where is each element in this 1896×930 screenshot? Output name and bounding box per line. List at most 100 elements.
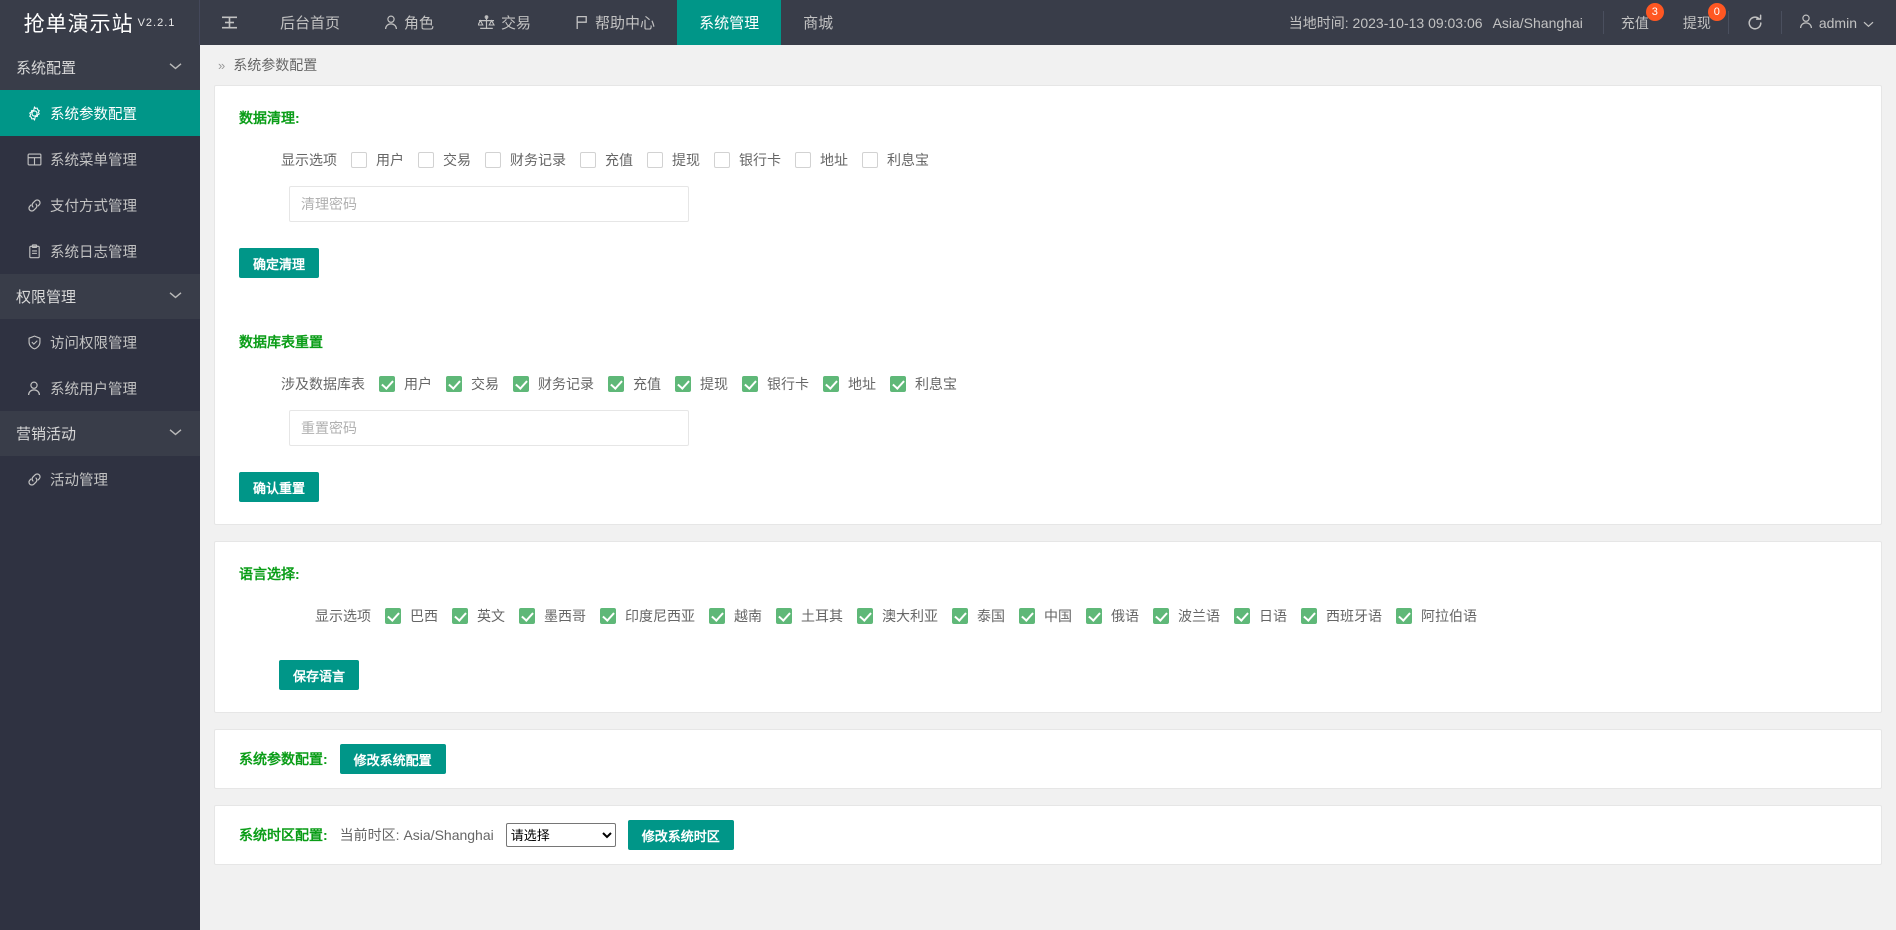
section-title-data-clean: 数据清理: — [239, 108, 1857, 128]
sidebar-item-label-log-manage: 系统日志管理 — [50, 241, 137, 262]
topnav-item-home[interactable]: 后台首页 — [258, 0, 362, 45]
top-navigation: 后台首页 角色 交易 帮助中心 系统管理 — [258, 0, 1272, 45]
sidebar-item-log-manage[interactable]: 系统日志管理 — [0, 228, 200, 274]
checkbox-data-clean-7[interactable]: 利息宝 — [862, 150, 929, 170]
checkbox-box — [379, 376, 395, 392]
content-area: 数据清理: 显示选项 用户 交易 财务记录 充值 提现 银行卡 地址 利息宝 确… — [200, 85, 1896, 901]
checkbox-language-12[interactable]: 西班牙语 — [1301, 606, 1382, 626]
checkbox-db-reset-0[interactable]: 用户 — [379, 374, 432, 394]
recharge-button[interactable]: 充值 3 — [1604, 0, 1666, 45]
logo[interactable]: 抢单演示站V2.2.1 — [0, 0, 200, 45]
checkbox-data-clean-5[interactable]: 银行卡 — [714, 150, 781, 170]
sidebar-item-access-permission[interactable]: 访问权限管理 — [0, 319, 200, 365]
checkbox-db-reset-1[interactable]: 交易 — [446, 374, 499, 394]
logo-version: V2.2.1 — [138, 17, 176, 29]
topnav-item-system[interactable]: 系统管理 — [677, 0, 781, 45]
checkbox-data-clean-6[interactable]: 地址 — [795, 150, 848, 170]
checkbox-language-13[interactable]: 阿拉伯语 — [1396, 606, 1477, 626]
withdraw-button[interactable]: 提现 0 — [1666, 0, 1728, 45]
checkbox-label: 巴西 — [410, 606, 438, 626]
checkbox-language-4[interactable]: 越南 — [709, 606, 762, 626]
db-reset-submit-button[interactable]: 确认重置 — [239, 472, 319, 502]
topnav-item-mall[interactable]: 商城 — [781, 0, 855, 45]
checkbox-label: 澳大利亚 — [882, 606, 938, 626]
topnav-item-help[interactable]: 帮助中心 — [553, 0, 677, 45]
sidebar-group-permission[interactable]: 权限管理 — [0, 274, 200, 319]
checkbox-box — [418, 152, 434, 168]
topnav-label-role: 角色 — [404, 12, 434, 33]
sidebar-item-user-manage[interactable]: 系统用户管理 — [0, 365, 200, 411]
checkbox-data-clean-4[interactable]: 提现 — [647, 150, 700, 170]
checkbox-data-clean-0[interactable]: 用户 — [351, 150, 404, 170]
timezone-select[interactable]: 请选择 — [506, 823, 616, 847]
system-param-row: 系统参数配置: 修改系统配置 — [239, 744, 1857, 774]
breadcrumb: » 系统参数配置 — [200, 45, 1896, 85]
checkbox-data-clean-1[interactable]: 交易 — [418, 150, 471, 170]
checkbox-language-2[interactable]: 墨西哥 — [519, 606, 586, 626]
checkbox-label: 用户 — [376, 150, 404, 170]
checkbox-language-8[interactable]: 中国 — [1019, 606, 1072, 626]
checkbox-label: 利息宝 — [915, 374, 957, 394]
checkbox-db-reset-5[interactable]: 银行卡 — [742, 374, 809, 394]
topnav-item-trade[interactable]: 交易 — [456, 0, 553, 45]
data-clean-submit-button[interactable]: 确定清理 — [239, 248, 319, 278]
sidebar-group-marketing[interactable]: 营销活动 — [0, 411, 200, 456]
checkbox-language-11[interactable]: 日语 — [1234, 606, 1287, 626]
checkbox-label: 英文 — [477, 606, 505, 626]
db-reset-password-input[interactable] — [289, 410, 689, 446]
checkbox-language-5[interactable]: 土耳其 — [776, 606, 843, 626]
checkbox-label: 地址 — [820, 150, 848, 170]
checkbox-data-clean-3[interactable]: 充值 — [580, 150, 633, 170]
checkbox-box — [485, 152, 501, 168]
db-reset-options-label: 涉及数据库表 — [281, 374, 365, 394]
checkbox-db-reset-3[interactable]: 充值 — [608, 374, 661, 394]
data-clean-password-input[interactable] — [289, 186, 689, 222]
checkbox-box — [742, 376, 758, 392]
checkbox-box — [385, 608, 401, 624]
checkbox-label: 提现 — [700, 374, 728, 394]
chevron-down-icon — [1863, 15, 1874, 31]
topnav-label-help: 帮助中心 — [595, 12, 655, 33]
checkbox-box — [1396, 608, 1412, 624]
checkbox-db-reset-6[interactable]: 地址 — [823, 374, 876, 394]
checkbox-language-1[interactable]: 英文 — [452, 606, 505, 626]
language-save-button[interactable]: 保存语言 — [279, 660, 359, 690]
user-menu[interactable]: admin — [1782, 0, 1896, 45]
card-system-param: 系统参数配置: 修改系统配置 — [214, 729, 1882, 789]
sidebar-item-menu-manage[interactable]: 系统菜单管理 — [0, 136, 200, 182]
sidebar-group-system-config[interactable]: 系统配置 — [0, 45, 200, 90]
shield-check-icon — [26, 335, 42, 350]
topnav-item-role[interactable]: 角色 — [362, 0, 456, 45]
modify-system-timezone-button[interactable]: 修改系统时区 — [628, 820, 734, 850]
checkbox-language-7[interactable]: 泰国 — [952, 606, 1005, 626]
refresh-button[interactable] — [1729, 0, 1781, 45]
sidebar-item-activity-manage[interactable]: 活动管理 — [0, 456, 200, 502]
flag-icon — [575, 15, 589, 30]
checkbox-data-clean-2[interactable]: 财务记录 — [485, 150, 566, 170]
modify-system-config-button[interactable]: 修改系统配置 — [340, 744, 446, 774]
checkbox-language-0[interactable]: 巴西 — [385, 606, 438, 626]
checkbox-db-reset-4[interactable]: 提现 — [675, 374, 728, 394]
checkbox-db-reset-2[interactable]: 财务记录 — [513, 374, 594, 394]
sidebar-item-system-params[interactable]: 系统参数配置 — [0, 90, 200, 136]
local-time-display: 当地时间: 2023-10-13 09:03:06 Asia/Shanghai — [1272, 0, 1603, 45]
sidebar-toggle-button[interactable] — [200, 0, 258, 45]
user-icon — [384, 15, 398, 30]
sidebar[interactable]: 系统配置 系统参数配置 系统菜单管理 支付方式管理 — [0, 45, 200, 930]
checkbox-language-6[interactable]: 澳大利亚 — [857, 606, 938, 626]
checkbox-language-3[interactable]: 印度尼西亚 — [600, 606, 695, 626]
checkbox-box — [952, 608, 968, 624]
checkbox-db-reset-7[interactable]: 利息宝 — [890, 374, 957, 394]
checkbox-box — [795, 152, 811, 168]
recharge-label: 充值 — [1621, 13, 1649, 33]
checkbox-box — [776, 608, 792, 624]
checkbox-language-10[interactable]: 波兰语 — [1153, 606, 1220, 626]
sidebar-item-payment-manage[interactable]: 支付方式管理 — [0, 182, 200, 228]
header-right-area: 当地时间: 2023-10-13 09:03:06 Asia/Shanghai … — [1272, 0, 1896, 45]
checkbox-box — [580, 152, 596, 168]
checkbox-language-9[interactable]: 俄语 — [1086, 606, 1139, 626]
topnav-label-system: 系统管理 — [699, 12, 759, 33]
db-reset-options-row: 涉及数据库表 用户 交易 财务记录 充值 提现 银行卡 地址 利息宝 — [239, 374, 1857, 394]
system-param-label: 系统参数配置: — [239, 749, 328, 769]
checkbox-label: 提现 — [672, 150, 700, 170]
